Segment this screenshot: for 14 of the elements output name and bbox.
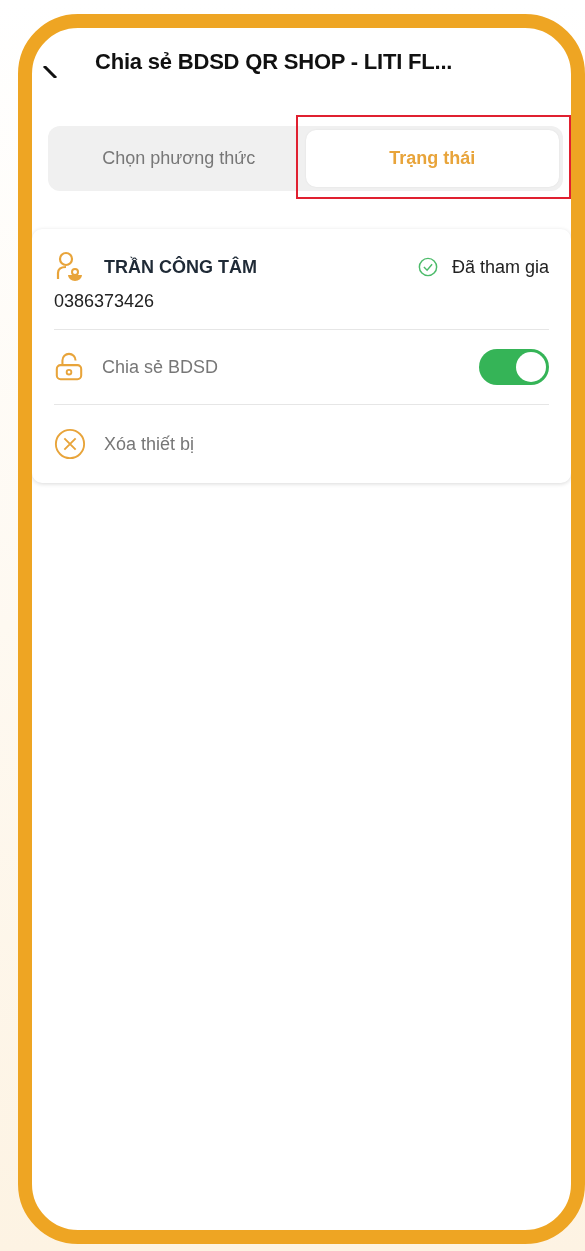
- check-circle-icon: [417, 257, 438, 277]
- padlock-icon: [54, 352, 84, 382]
- status-label: Đã tham gia: [451, 256, 549, 278]
- member-name: TRẦN CÔNG TÂM: [104, 256, 257, 278]
- tab[interactable]: Chọn phương thức: [52, 130, 306, 187]
- screen-title: Chia sẻ BDSD QR SHOP - LITI FL...: [95, 49, 453, 75]
- toggle-switch[interactable]: [479, 349, 549, 385]
- phone-number: 0386373426: [54, 291, 549, 330]
- delete-device-link[interactable]: Xóa thiết bị: [104, 433, 195, 455]
- tab[interactable]: Trạng thái: [305, 130, 559, 187]
- back-icon[interactable]: [42, 66, 58, 78]
- close-circle-icon: [54, 428, 86, 460]
- toggle-label: Chia sẻ BDSD: [102, 356, 219, 378]
- user-icon: [54, 251, 84, 283]
